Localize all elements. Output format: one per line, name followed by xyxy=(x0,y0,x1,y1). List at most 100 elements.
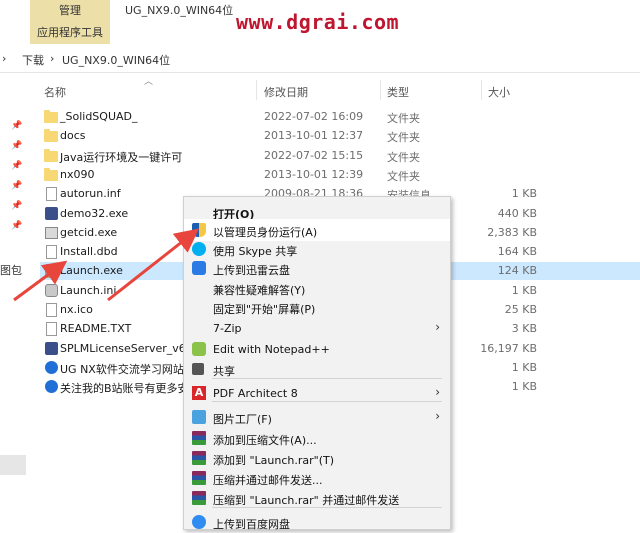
nav-selected-item[interactable] xyxy=(0,455,26,475)
file-name: docs xyxy=(60,129,86,143)
tab-manage[interactable]: 管理 xyxy=(30,2,110,18)
file-date: 2013-10-01 12:39 xyxy=(264,167,364,181)
file-name: 关注我的B站账号有更多安装 xyxy=(60,382,200,396)
file-type: 文件夹 xyxy=(387,112,420,125)
pin-icon[interactable]: 📌 xyxy=(11,181,22,191)
column-header-size[interactable]: 大小 xyxy=(488,84,510,100)
picture-factory-icon xyxy=(192,410,206,424)
file-name: Launch.exe xyxy=(60,264,123,278)
file-size: 440 KB xyxy=(497,206,537,220)
address-bar[interactable]: › 下载 › UG_NX9.0_WIN64位 xyxy=(0,46,640,73)
breadcrumb-current-folder[interactable]: UG_NX9.0_WIN64位 xyxy=(62,52,170,68)
file-type: 文件夹 xyxy=(387,150,420,164)
uac-shield-icon xyxy=(192,223,206,237)
pdf-architect-icon: A xyxy=(192,386,206,400)
ribbon: 管理 应用程序工具 UG_NX9.0_WIN64位 www.dgrai.com xyxy=(0,0,640,44)
winrar-icon xyxy=(192,451,206,465)
winrar-icon xyxy=(192,431,206,445)
column-header-name[interactable]: 名称 xyxy=(44,84,66,100)
sort-chevron-up-icon: ︿ xyxy=(144,77,154,87)
file-size: 1 KB xyxy=(511,360,537,374)
column-divider[interactable] xyxy=(380,80,381,100)
file-name: autorun.inf xyxy=(60,187,121,201)
breadcrumb-separator-icon: › xyxy=(50,52,55,65)
file-type: 文件夹 xyxy=(387,131,420,145)
column-divider[interactable] xyxy=(481,80,482,100)
file-icon xyxy=(46,187,57,202)
menu-item-label: 压缩并通过邮件发送... xyxy=(213,474,323,487)
menu-item[interactable]: 图片工厂(F) › xyxy=(184,406,450,428)
winrar-icon xyxy=(192,491,206,505)
file-size: 164 KB xyxy=(497,245,537,259)
file-name: demo32.exe xyxy=(60,206,129,220)
menu-item-label: 固定到"开始"屏幕(P) xyxy=(213,303,316,316)
menu-item[interactable]: 添加到压缩文件(A)... xyxy=(184,427,450,449)
menu-item-label: Edit with Notepad++ xyxy=(213,343,330,356)
pin-icon[interactable]: 📌 xyxy=(11,161,22,171)
file-row[interactable]: docs 2013-10-01 12:37 文件夹 xyxy=(40,127,640,145)
file-type: 文件夹 xyxy=(387,169,420,183)
menu-item[interactable]: 添加到 "Launch.rar"(T) xyxy=(184,447,450,469)
notepad-plus-plus-icon xyxy=(192,342,206,356)
menu-item-label: 上传到迅雷云盘 xyxy=(213,264,290,277)
file-size: 1 KB xyxy=(511,283,537,297)
menu-item[interactable]: 压缩到 "Launch.rar" 并通过邮件发送 xyxy=(184,487,450,509)
folder-icon xyxy=(44,148,58,162)
breadcrumb-separator-icon: › xyxy=(2,52,7,65)
tab-app-tools[interactable]: 应用程序工具 xyxy=(30,24,110,40)
exe-icon xyxy=(45,226,58,239)
file-name: README.TXT xyxy=(60,322,132,336)
nav-item-label[interactable]: 图包 xyxy=(0,262,22,278)
menu-item[interactable]: 压缩并通过邮件发送... xyxy=(184,467,450,489)
xunlei-icon xyxy=(192,261,206,275)
pin-icon[interactable]: 📌 xyxy=(11,121,22,131)
column-header-type[interactable]: 类型 xyxy=(387,84,409,100)
menu-item[interactable]: 上传到迅雷云盘 xyxy=(184,257,450,279)
share-icon xyxy=(192,363,204,375)
folder-icon xyxy=(44,129,58,143)
file-name: nx.ico xyxy=(60,303,93,316)
web-icon xyxy=(45,380,58,394)
context-menu: 打开(O) 以管理员身份运行(A) 使用 Skype 共享 上传到迅雷云盘 兼容性疑难解… xyxy=(183,196,451,533)
submenu-chevron-icon: › xyxy=(435,320,440,334)
menu-item[interactable]: A PDF Architect 8 › xyxy=(184,382,450,404)
file-size: 25 KB xyxy=(504,303,537,316)
file-size: 3 KB xyxy=(511,322,537,336)
file-name: _SolidSQUAD_ xyxy=(60,110,138,123)
menu-item[interactable]: 共享 xyxy=(184,358,450,380)
window-title: UG_NX9.0_WIN64位 xyxy=(125,4,234,17)
menu-item-label: 共享 xyxy=(213,365,235,378)
menu-item[interactable]: Edit with Notepad++ xyxy=(184,338,450,360)
menu-item[interactable]: 7-Zip › xyxy=(184,317,450,339)
file-size: 1 KB xyxy=(511,187,537,201)
web-icon xyxy=(45,360,58,374)
menu-item[interactable]: 固定到"开始"屏幕(P) xyxy=(184,296,450,318)
submenu-chevron-icon: › xyxy=(435,409,440,423)
menu-item[interactable]: 上传到百度网盘 xyxy=(184,511,450,533)
pin-icon[interactable]: 📌 xyxy=(11,201,22,211)
pin-icon[interactable]: 📌 xyxy=(11,221,22,231)
file-date: 2022-07-02 15:15 xyxy=(264,148,364,162)
file-row[interactable]: Java运行环境及一键许可 2022-07-02 15:15 文件夹 xyxy=(40,147,640,165)
skype-icon xyxy=(192,242,206,256)
file-row[interactable]: nx090 2013-10-01 12:39 文件夹 xyxy=(40,166,640,184)
pin-icon[interactable]: 📌 xyxy=(11,141,22,151)
file-date: 2013-10-01 12:37 xyxy=(264,129,364,143)
file-name: getcid.exe xyxy=(60,225,118,239)
file-icon xyxy=(46,303,57,317)
file-name: Java运行环境及一键许可 xyxy=(60,150,183,164)
file-icon xyxy=(46,322,57,337)
column-divider[interactable] xyxy=(256,80,257,100)
menu-item-label: 添加到压缩文件(A)... xyxy=(213,434,317,447)
column-header-modified[interactable]: 修改日期 xyxy=(264,84,308,100)
menu-item-label: 添加到 "Launch.rar"(T) xyxy=(213,454,335,467)
file-name: nx090 xyxy=(60,167,95,181)
file-icon xyxy=(46,245,57,260)
breadcrumb-downloads[interactable]: 下载 xyxy=(22,52,44,68)
launch-icon xyxy=(45,264,59,279)
file-row[interactable]: _SolidSQUAD_ 2022-07-02 16:09 文件夹 xyxy=(40,108,640,126)
app-icon xyxy=(45,206,58,220)
file-size: 16,197 KB xyxy=(480,341,537,355)
gear-file-icon xyxy=(45,283,58,297)
file-size: 2,383 KB xyxy=(487,225,537,239)
